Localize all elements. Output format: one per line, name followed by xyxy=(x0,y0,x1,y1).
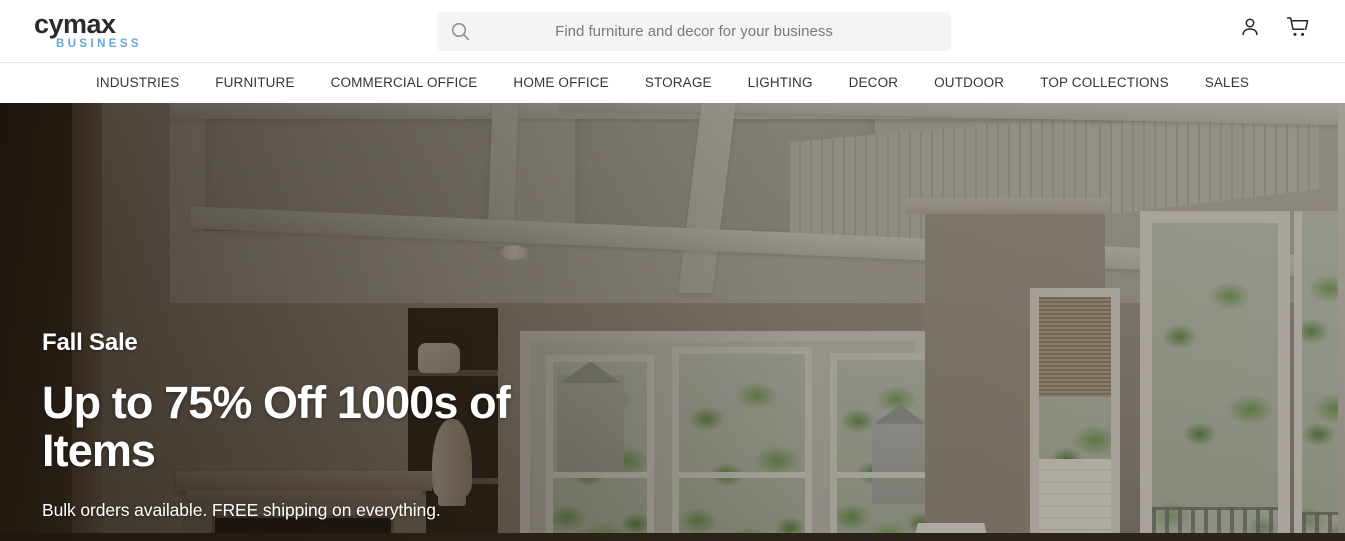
nav-item-sales[interactable]: SALES xyxy=(1187,63,1267,103)
search-input[interactable] xyxy=(483,12,951,51)
hero-subhead: Bulk orders available. FREE shipping on … xyxy=(42,500,441,520)
nav-item-commercial-office[interactable]: COMMERCIAL OFFICE xyxy=(313,63,496,103)
hero-headline: Up to 75% Off 1000s of Items xyxy=(42,377,511,476)
account-icon[interactable] xyxy=(1237,14,1263,40)
logo-tagline: BUSINESS xyxy=(56,37,142,50)
nav-item-furniture[interactable]: FURNITURE xyxy=(197,63,312,103)
nav-item-top-collections[interactable]: TOP COLLECTIONS xyxy=(1022,63,1187,103)
hero-banner: Fall Sale Up to 75% Off 1000s of Items B… xyxy=(0,103,1345,541)
main-navigation: INDUSTRIES FURNITURE COMMERCIAL OFFICE H… xyxy=(0,63,1345,103)
hero-content: Fall Sale Up to 75% Off 1000s of Items B… xyxy=(42,329,602,541)
logo-wordmark: cymax xyxy=(34,8,116,39)
header-actions xyxy=(1237,14,1311,40)
search-icon xyxy=(437,22,483,41)
site-logo[interactable]: cymax BUSINESS xyxy=(34,8,139,51)
nav-item-industries[interactable]: INDUSTRIES xyxy=(78,63,197,103)
nav-item-lighting[interactable]: LIGHTING xyxy=(730,63,831,103)
nav-item-home-office[interactable]: HOME OFFICE xyxy=(495,63,626,103)
nav-item-outdoor[interactable]: OUTDOOR xyxy=(916,63,1022,103)
cart-icon[interactable] xyxy=(1285,14,1311,40)
nav-item-storage[interactable]: STORAGE xyxy=(627,63,730,103)
nav-item-decor[interactable]: DECOR xyxy=(831,63,917,103)
site-header: cymax BUSINESS xyxy=(0,0,1345,63)
hero-eyebrow: Fall Sale xyxy=(42,329,138,356)
search-bar[interactable] xyxy=(437,12,951,51)
